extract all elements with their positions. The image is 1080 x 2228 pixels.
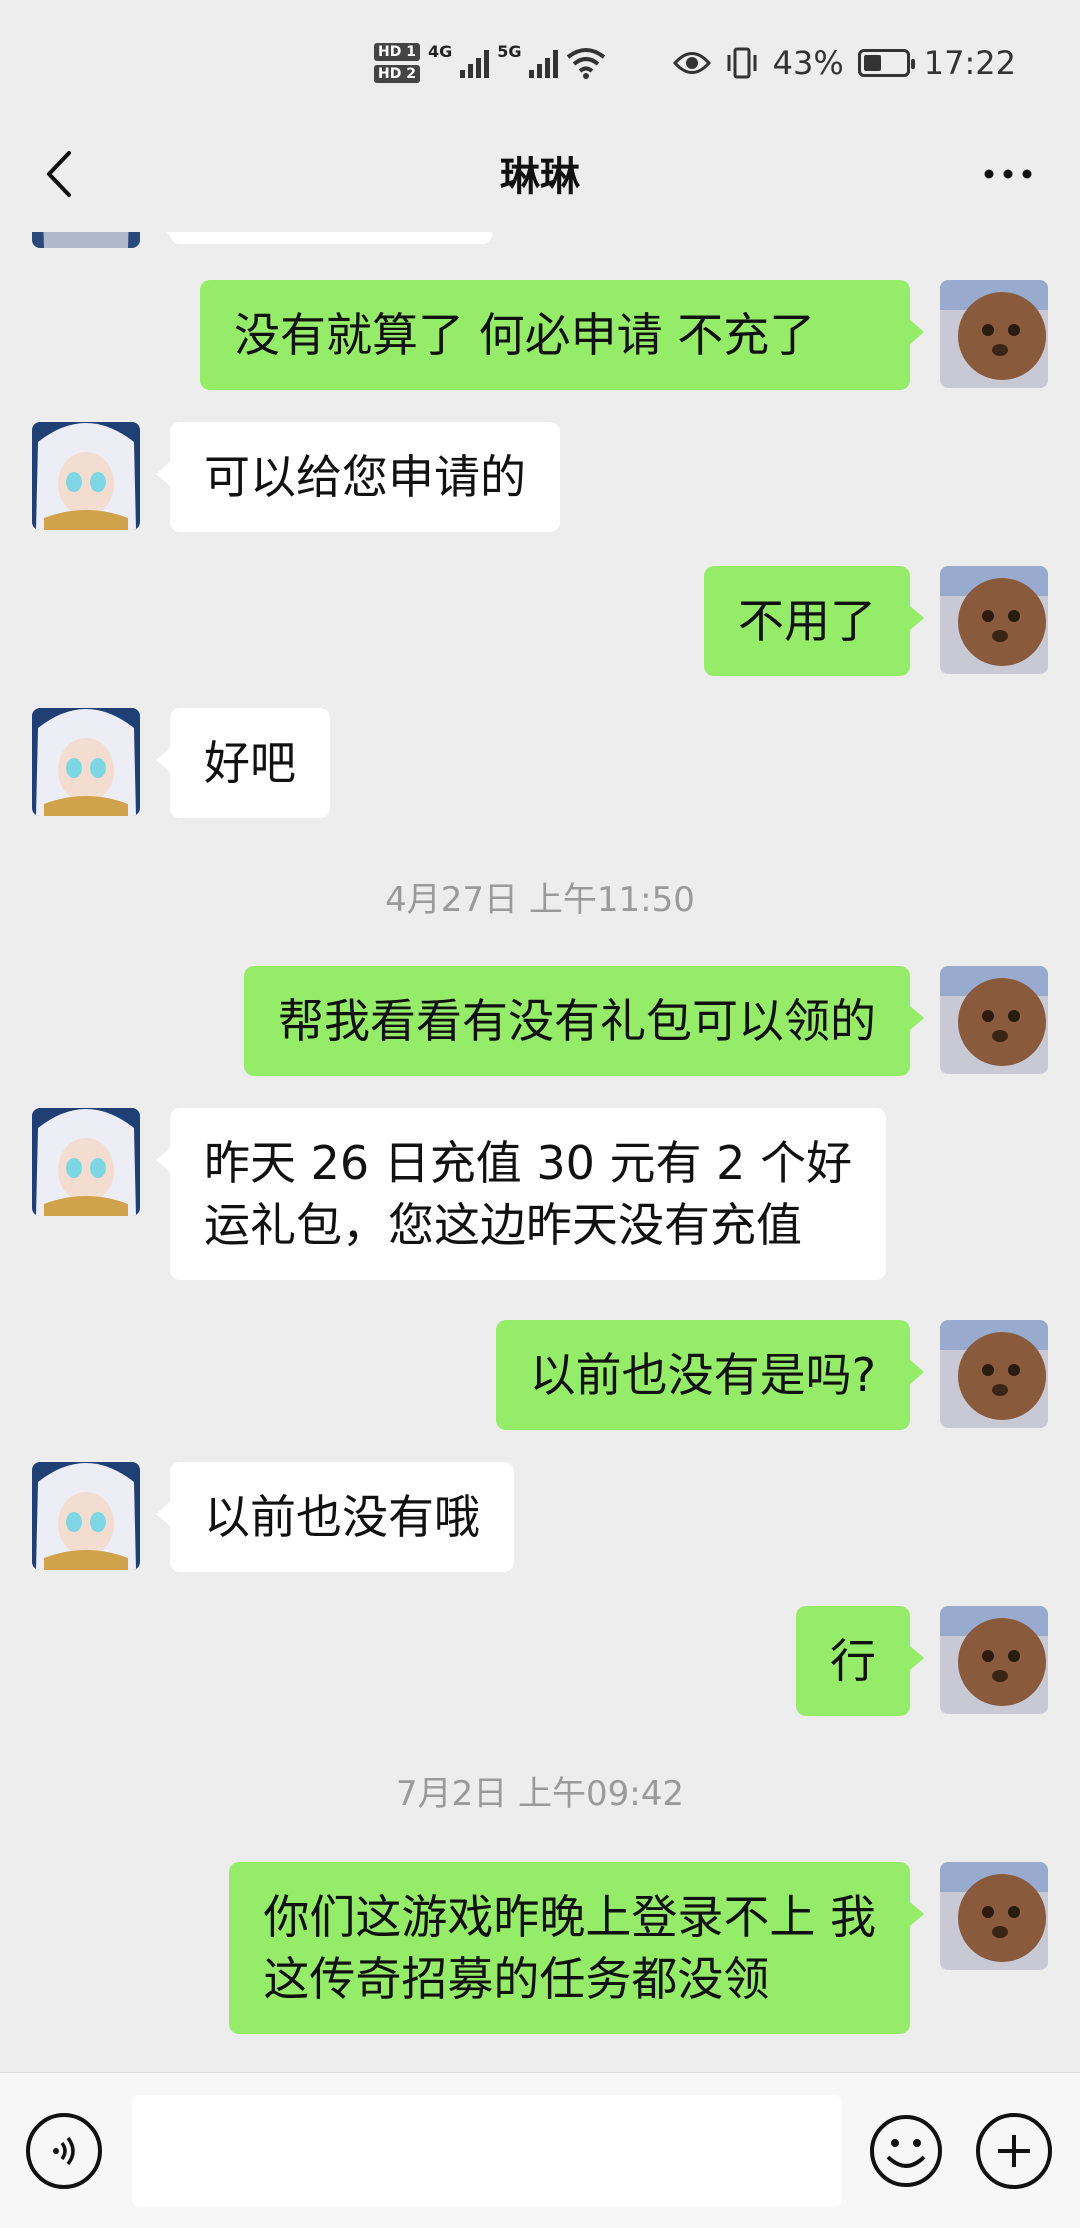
emoji-button[interactable]	[868, 2113, 944, 2189]
message-bubble[interactable]: 你们这游戏昨晚上登录不上 我 这传奇招募的任务都没领	[229, 1862, 924, 2034]
chat-screen: HD 1 HD 2 4G 5G 43% 17:22 琳琳 没有就算了 何必申请 …	[0, 0, 1080, 2228]
emoji-icon	[870, 2115, 942, 2187]
message-bubble-partial[interactable]	[156, 232, 492, 244]
hd2-icon: HD 2	[374, 65, 420, 83]
status-bar: HD 1 HD 2 4G 5G 43% 17:22	[0, 0, 1080, 120]
message-list[interactable]: 没有就算了 何必申请 不充了 可以给您申请的 不用了 好吧 4月27日 上午11…	[0, 232, 1080, 2072]
contact-avatar[interactable]	[32, 422, 140, 530]
contact-avatar[interactable]	[32, 1108, 140, 1216]
message-bubble[interactable]: 以前也没有是吗?	[495, 1320, 925, 1430]
message-bubble[interactable]: 可以给您申请的	[156, 422, 560, 532]
my-avatar[interactable]	[940, 1606, 1048, 1714]
voice-icon	[53, 2136, 75, 2166]
message-line: 这传奇招募的任务都没领	[263, 1952, 770, 2006]
more-button[interactable]	[976, 142, 1040, 206]
my-avatar[interactable]	[940, 1320, 1048, 1428]
message-bubble[interactable]: 以前也没有哦	[156, 1462, 514, 1572]
my-avatar[interactable]	[940, 966, 1048, 1074]
plus-icon	[998, 2135, 1030, 2167]
message-bubble[interactable]: 帮我看看有没有礼包可以领的	[244, 966, 924, 1076]
contact-avatar[interactable]	[32, 708, 140, 816]
battery-percent: 43%	[772, 44, 844, 82]
more-icon	[984, 169, 1032, 179]
message-bubble[interactable]: 不用了	[704, 566, 924, 676]
battery-fill	[863, 55, 881, 71]
eye-icon	[672, 52, 711, 74]
message-line: 你们这游戏昨晚上登录不上 我	[263, 1890, 876, 1944]
message-line: 运礼包，您这边昨天没有充值	[204, 1198, 802, 1252]
hd1-icon: HD 1	[374, 43, 420, 61]
my-avatar[interactable]	[940, 566, 1048, 674]
status-right: 43% 17:22	[672, 40, 1016, 86]
message-input[interactable]	[132, 2095, 842, 2207]
message-bubble[interactable]: 好吧	[156, 708, 330, 818]
title-bar: 琳琳	[0, 120, 1080, 232]
signal-2-icon	[529, 48, 559, 78]
timestamp: 7月2日 上午09:42	[395, 1774, 685, 1814]
plus-button[interactable]	[976, 2113, 1052, 2189]
message-bubble[interactable]: 行	[796, 1606, 924, 1716]
network-5g-label: 5G	[497, 42, 522, 61]
battery-icon	[857, 49, 915, 77]
message-bubble[interactable]: 昨天 26 日充值 30 元有 2 个好 运礼包，您这边昨天没有充值	[155, 1108, 887, 1280]
voice-button[interactable]	[26, 2113, 102, 2189]
contact-avatar[interactable]	[32, 1462, 140, 1570]
network-4g-label: 4G	[427, 42, 453, 61]
input-bar	[0, 2072, 1080, 2228]
timestamp: 4月27日 上午11:50	[385, 880, 695, 920]
message-line: 昨天 26 日充值 30 元有 2 个好	[204, 1136, 853, 1190]
contact-avatar[interactable]	[32, 232, 140, 248]
signal-1-icon	[460, 48, 490, 78]
hd-icons: HD 1 HD 2	[374, 43, 420, 83]
my-avatar[interactable]	[940, 1862, 1048, 1970]
chat-title: 琳琳	[500, 154, 580, 200]
my-avatar[interactable]	[940, 280, 1048, 388]
vibrate-icon	[727, 47, 757, 79]
network-indicators: HD 1 HD 2 4G 5G	[374, 36, 606, 90]
message-bubble[interactable]: 没有就算了 何必申请 不充了	[200, 280, 924, 390]
wifi-icon	[567, 48, 606, 79]
clock: 17:22	[923, 44, 1016, 82]
